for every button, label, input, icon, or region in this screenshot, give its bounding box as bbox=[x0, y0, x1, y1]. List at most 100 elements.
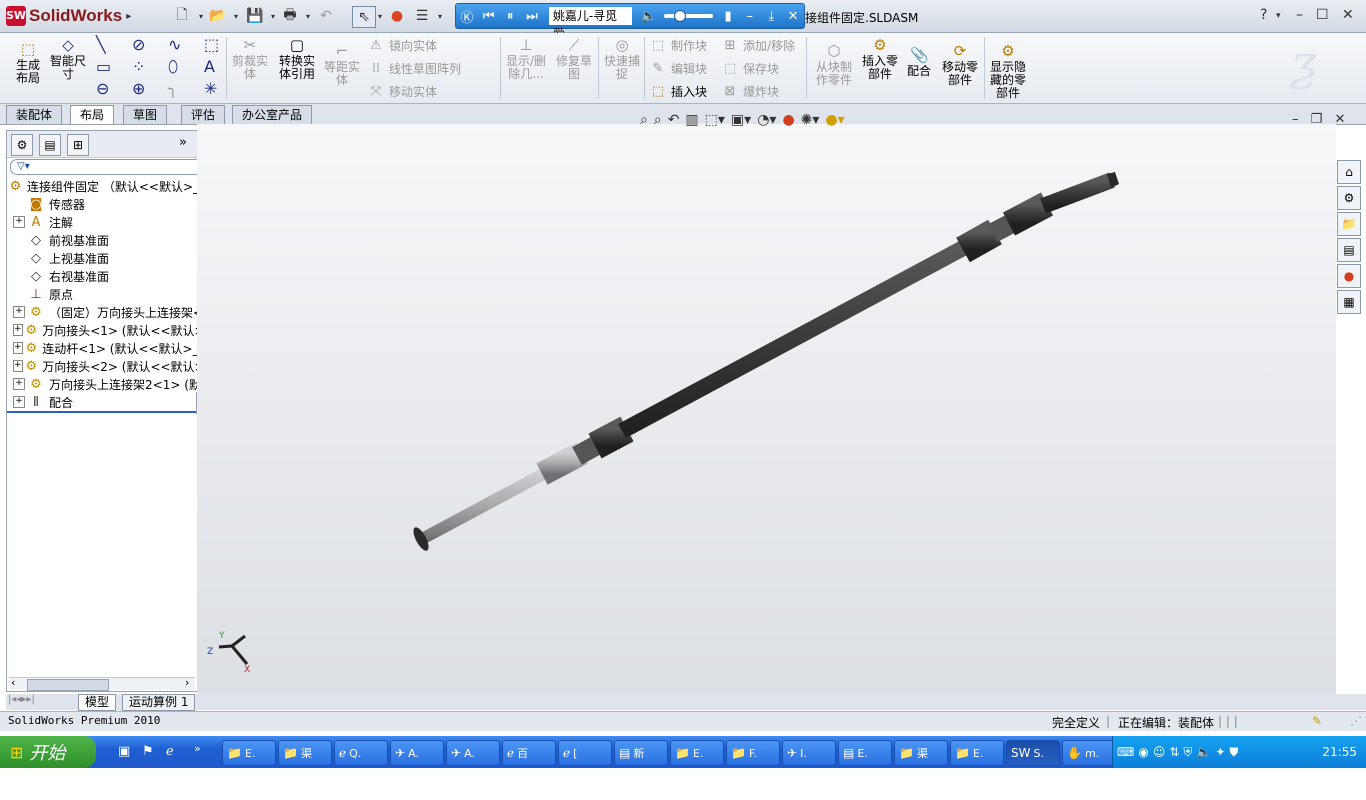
volume-tray-icon[interactable]: 🔈 bbox=[1196, 745, 1211, 759]
tree-item[interactable]: + ⚙ 万向接头<1> (默认<<默认>_ bbox=[13, 321, 203, 339]
chevron-down-icon[interactable]: ▾ bbox=[1276, 11, 1281, 21]
lower-joint-yoke[interactable] bbox=[536, 442, 588, 485]
taskbar-button[interactable]: ✈ A. bbox=[390, 740, 444, 766]
tree-item[interactable]: +⊥原点 bbox=[13, 285, 203, 303]
rebuild-icon[interactable]: ● bbox=[390, 6, 404, 26]
taskbar-button[interactable]: 📁 渠 bbox=[894, 740, 948, 766]
expand-node-icon[interactable]: + bbox=[13, 342, 23, 354]
make-part-from-block-button[interactable]: ⬡ 从块制 作零件 bbox=[812, 43, 856, 87]
resize-grip-icon[interactable]: ⋰ bbox=[1350, 714, 1362, 728]
tray-app2-icon[interactable]: ✦ bbox=[1215, 745, 1225, 759]
zoom-to-fit-icon[interactable]: ⌕ bbox=[640, 112, 648, 128]
repair-sketch-button[interactable]: ⟋ 修复草 图 bbox=[554, 37, 594, 81]
make-block-button[interactable]: ⬚ 制作块 bbox=[650, 37, 707, 54]
appearances-icon[interactable]: ● bbox=[1337, 264, 1361, 288]
offset-entities-button[interactable]: ⌐ 等距实 体 bbox=[322, 43, 362, 87]
point-grid-icon[interactable]: ⬚ bbox=[204, 35, 219, 54]
tab-1[interactable]: 布局 bbox=[70, 105, 115, 124]
viewport-minimize-icon[interactable]: – bbox=[1292, 112, 1299, 127]
taskbar-button[interactable]: ▤ 新 bbox=[614, 740, 668, 766]
tree-item[interactable]: +◙传感器 bbox=[13, 195, 203, 213]
taskbar-button[interactable]: ℯ Q. bbox=[334, 740, 388, 766]
expand-node-icon[interactable]: + bbox=[13, 378, 25, 390]
custom-properties-icon[interactable]: ▦ bbox=[1337, 290, 1361, 314]
chevron-down-icon[interactable]: ▾ bbox=[303, 6, 313, 26]
linear-pattern-button[interactable]: ⁞⁞ 线性草图阵列 bbox=[368, 60, 461, 77]
insert-block-button[interactable]: ⬚ 插入块 bbox=[650, 83, 707, 100]
playlist-icon[interactable]: ▮ bbox=[717, 9, 739, 24]
player-logo-icon[interactable]: Ⓚ bbox=[456, 7, 478, 26]
taskbar-button[interactable]: 📁 F. bbox=[726, 740, 780, 766]
tree-item[interactable]: + ⚙ 连动杆<1> (默认<<默认>_显 bbox=[13, 339, 203, 357]
taskbar-button[interactable]: 📁 渠 bbox=[278, 740, 332, 766]
tab-0[interactable]: 装配体 bbox=[6, 105, 63, 124]
mirror-entities-button[interactable]: ⚠ 镜向实体 bbox=[368, 37, 437, 54]
display-delete-relations-button[interactable]: ⊥ 显示/删 除几... bbox=[504, 37, 548, 81]
clock[interactable]: 21:55 bbox=[1322, 745, 1357, 759]
taskbar-button[interactable]: 📁 E. bbox=[950, 740, 1004, 766]
view-settings-icon[interactable]: ●▾ bbox=[825, 112, 844, 128]
solidworks-resources-icon[interactable]: ⌂ bbox=[1337, 160, 1361, 184]
keyboard-icon[interactable]: ⌨ bbox=[1117, 745, 1134, 759]
ellipse-icon[interactable]: ⬯ bbox=[168, 57, 178, 77]
scroll-left-icon[interactable]: ‹ bbox=[11, 676, 15, 689]
rollback-bar[interactable] bbox=[7, 411, 197, 413]
show-desktop-icon[interactable]: ▣ bbox=[118, 744, 130, 759]
lower-joint-housing[interactable] bbox=[588, 416, 634, 459]
tab-2[interactable]: 草图 bbox=[123, 105, 168, 124]
pause-icon[interactable]: ⏸ bbox=[499, 9, 521, 24]
section-view-icon[interactable]: ▥ bbox=[685, 112, 698, 128]
fillet-icon[interactable]: ╮ bbox=[168, 79, 178, 98]
upper-joint-yoke[interactable] bbox=[1002, 192, 1054, 236]
expand-node-icon[interactable]: + bbox=[13, 360, 23, 372]
minimize-icon[interactable]: – bbox=[1296, 7, 1303, 23]
expand-panel-icon[interactable]: » bbox=[179, 135, 187, 150]
security-icon[interactable]: ⛨ bbox=[1183, 745, 1192, 760]
circle-icon[interactable]: ⊘ bbox=[132, 35, 145, 54]
start-button[interactable]: ⊞ 开始 bbox=[0, 736, 96, 768]
previous-track-icon[interactable]: ⏮ bbox=[478, 9, 500, 24]
trim-entities-button[interactable]: ✂ 剪裁实 体 bbox=[230, 37, 270, 81]
chevron-down-icon[interactable]: ▾ bbox=[231, 6, 241, 26]
feature-manager-tab-icon[interactable]: ⚙ bbox=[11, 134, 33, 156]
edit-block-button[interactable]: ✎ 编辑块 bbox=[650, 60, 707, 77]
qq-icon[interactable]: ☺ bbox=[1153, 745, 1166, 759]
expand-node-icon[interactable]: + bbox=[13, 306, 25, 318]
centerpoint-icon[interactable]: ⊕ bbox=[132, 79, 145, 98]
tree-filter-input[interactable]: ▽▾ bbox=[10, 159, 202, 175]
bottom-tab-1[interactable]: 运动算例 1 bbox=[122, 694, 196, 711]
taskbar-button[interactable]: ✈ I. bbox=[782, 740, 836, 766]
taskbar-button[interactable]: ℯ百 bbox=[502, 740, 556, 766]
apply-scene-icon[interactable]: ✺▾ bbox=[801, 112, 820, 128]
display-style-icon[interactable]: ▣▾ bbox=[731, 112, 751, 128]
move-entities-button[interactable]: ⤧ 移动实体 bbox=[368, 83, 437, 100]
design-library-icon[interactable]: ⚙ bbox=[1337, 186, 1361, 210]
antivirus-icon[interactable]: ⛊ bbox=[1229, 745, 1238, 760]
tree-item[interactable]: + ⫴ 配合 bbox=[13, 393, 203, 411]
move-component-button[interactable]: ⟳ 移动零 部件 bbox=[938, 43, 982, 87]
polygon-icon[interactable]: ⁘ bbox=[132, 57, 145, 76]
expand-node-icon[interactable]: + bbox=[13, 324, 23, 336]
volume-knob[interactable] bbox=[673, 10, 686, 22]
configuration-manager-tab-icon[interactable]: ⊞ bbox=[67, 134, 89, 156]
taskbar-button[interactable]: ✈ A. bbox=[446, 740, 500, 766]
add-remove-button[interactable]: ⊞ 添加/移除 bbox=[722, 37, 796, 54]
viewport-restore-icon[interactable]: ❐ bbox=[1311, 112, 1323, 127]
graphics-viewport[interactable]: Y Z X bbox=[197, 124, 1336, 694]
rectangle-icon[interactable]: ▭ bbox=[96, 57, 111, 76]
previous-view-icon[interactable]: ↶ bbox=[668, 112, 680, 128]
new-file-icon[interactable]: 🗋 bbox=[172, 6, 192, 26]
quicklaunch-app-icon[interactable]: ⚑ bbox=[142, 744, 154, 759]
close-player-icon[interactable]: ✕ bbox=[782, 9, 804, 24]
quicklaunch-more-icon[interactable]: » bbox=[194, 742, 201, 755]
expand-node-icon[interactable]: + bbox=[13, 216, 25, 228]
tree-item[interactable]: +◇上视基准面 bbox=[13, 249, 203, 267]
select-icon[interactable]: ⇖ bbox=[352, 6, 376, 28]
tab-scroll-arrows-icon[interactable]: |◂◂▸▸| bbox=[8, 694, 35, 705]
edit-appearance-icon[interactable]: ● bbox=[782, 112, 794, 128]
explode-block-button[interactable]: ⊠ 爆炸块 bbox=[722, 83, 779, 100]
download-icon[interactable]: ⤓ bbox=[761, 9, 783, 24]
maximize-icon[interactable]: ☐ bbox=[1316, 7, 1329, 23]
convert-entities-button[interactable]: ▢ 转换实 体引用 bbox=[274, 37, 320, 81]
chevron-down-icon[interactable]: ▾ bbox=[435, 6, 445, 26]
